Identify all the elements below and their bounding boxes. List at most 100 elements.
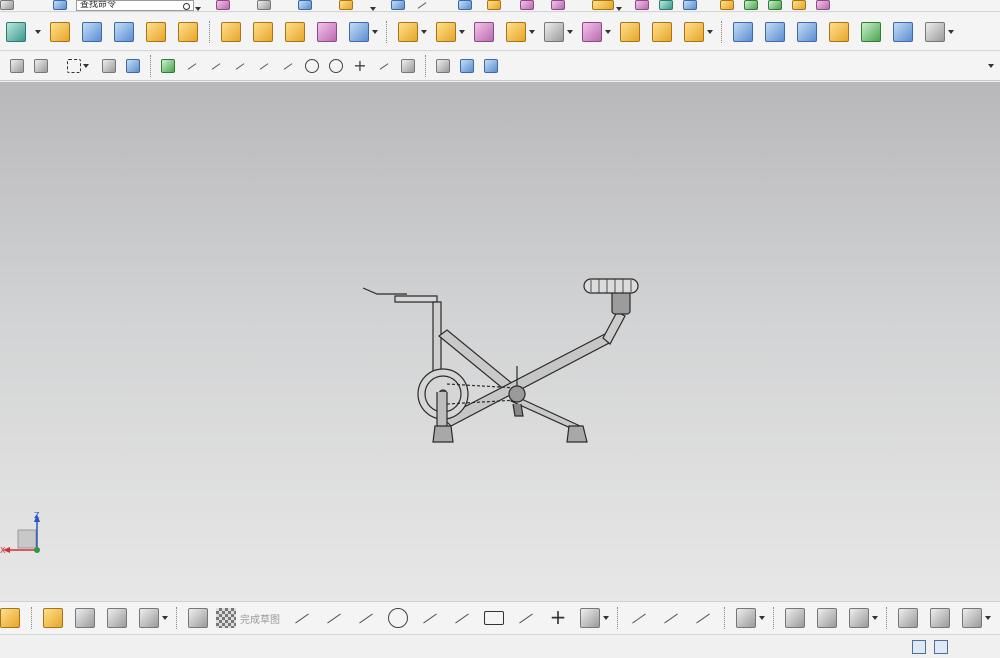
arc-icon[interactable]: [356, 608, 376, 628]
solid-cube-icon[interactable]: [298, 0, 312, 10]
display-sheet-icon[interactable]: [460, 59, 474, 73]
snap-end-icon[interactable]: [34, 59, 48, 73]
chevron-down-icon[interactable]: [421, 29, 427, 34]
chevron-down-icon[interactable]: [707, 29, 713, 34]
point-icon[interactable]: +: [548, 607, 568, 628]
pocket-icon[interactable]: [317, 21, 337, 42]
quick-extend-icon[interactable]: [661, 608, 681, 628]
hole-icon[interactable]: [114, 21, 134, 42]
wireframe-cube-icon[interactable]: [349, 21, 369, 42]
toolbar-overflow-chevron[interactable]: [988, 64, 994, 68]
point-constructor-icon[interactable]: [551, 0, 565, 10]
chevron-down-icon[interactable]: [948, 29, 954, 34]
label-icon[interactable]: [925, 21, 945, 42]
intersection-point-icon[interactable]: [817, 608, 837, 628]
quick-trim-icon[interactable]: [629, 608, 649, 628]
chevron-down-icon[interactable]: [370, 7, 376, 11]
graphics-viewport[interactable]: Z X: [0, 82, 1000, 601]
subtract-icon[interactable]: [436, 21, 456, 42]
corner-icon[interactable]: [257, 59, 271, 73]
inference-icon[interactable]: [161, 59, 175, 73]
feature-nav-icon[interactable]: [0, 608, 20, 628]
section-icon[interactable]: [829, 21, 849, 42]
offset-face-icon[interactable]: [582, 21, 602, 42]
offset-curve-icon[interactable]: [736, 608, 756, 628]
intersection-icon[interactable]: +: [353, 58, 367, 74]
check-geometry-icon[interactable]: [861, 21, 881, 42]
wrench-icon[interactable]: [487, 0, 501, 10]
snap-point-icon[interactable]: [10, 59, 24, 73]
show-constraints-icon[interactable]: [962, 608, 982, 628]
chevron-down-icon[interactable]: [759, 616, 765, 620]
chevron-down-icon[interactable]: [83, 64, 89, 68]
diamond-view-icon[interactable]: [458, 0, 472, 10]
ruler-icon[interactable]: [592, 0, 614, 10]
tree-icon[interactable]: [107, 608, 127, 628]
polygon-icon[interactable]: [580, 608, 600, 628]
chamfer-icon[interactable]: [684, 21, 704, 42]
sheet-icon[interactable]: [391, 0, 405, 10]
chevron-down-icon[interactable]: [529, 29, 535, 34]
chevron-down-icon[interactable]: [872, 616, 878, 620]
geometric-constraints-icon[interactable]: [898, 608, 918, 628]
studio-spline-icon[interactable]: [516, 608, 536, 628]
magnifier-icon[interactable]: [183, 3, 190, 10]
chevron-down-icon[interactable]: [985, 616, 991, 620]
extrude-icon[interactable]: [50, 21, 70, 42]
filter-cube-icon[interactable]: [102, 59, 116, 73]
chevron-down-icon[interactable]: [567, 29, 573, 34]
abc-text-icon[interactable]: [816, 0, 830, 10]
chevron-down-icon[interactable]: [372, 29, 378, 34]
sweep-icon[interactable]: [797, 21, 817, 42]
pattern-icon[interactable]: [506, 21, 526, 42]
sketch-settings-icon[interactable]: [188, 608, 208, 628]
surface-icon[interactable]: [733, 21, 753, 42]
box-icon[interactable]: [221, 21, 241, 42]
quadrant-icon[interactable]: [329, 59, 343, 73]
blend-icon[interactable]: [652, 21, 672, 42]
mirror-curve-icon[interactable]: [785, 608, 805, 628]
check-icon[interactable]: [744, 0, 758, 10]
layer-icon[interactable]: [339, 0, 353, 10]
check-green-icon[interactable]: [768, 0, 782, 10]
slash-icon[interactable]: [377, 59, 391, 73]
eraser-icon[interactable]: [401, 59, 415, 73]
chevron-down-icon[interactable]: [162, 616, 168, 620]
filter-body-icon[interactable]: [126, 59, 140, 73]
fillet-icon[interactable]: [420, 608, 440, 628]
chevron-down-icon[interactable]: [603, 616, 609, 620]
line-icon[interactable]: [185, 59, 199, 73]
line-icon[interactable]: [324, 608, 344, 628]
check-edit-icon[interactable]: [792, 0, 806, 10]
chamfer-icon[interactable]: [452, 608, 472, 628]
constraint-icon[interactable]: [43, 608, 63, 628]
tangent-line-icon[interactable]: [209, 59, 223, 73]
note-icon[interactable]: [720, 0, 734, 10]
thicken-icon[interactable]: [285, 21, 305, 42]
mesh-surface-icon[interactable]: [765, 21, 785, 42]
bridge-icon[interactable]: [893, 21, 913, 42]
intersect-icon[interactable]: [474, 21, 494, 42]
chevron-down-icon[interactable]: [605, 29, 611, 34]
datum-csys-icon[interactable]: [484, 59, 498, 73]
full-screen-icon[interactable]: [934, 640, 948, 654]
pattern-curve-icon[interactable]: [849, 608, 869, 628]
image-capture-icon[interactable]: [216, 0, 230, 10]
mirror-icon[interactable]: [544, 21, 564, 42]
finish-sketch-button[interactable]: 完成草图: [216, 608, 280, 628]
profile-icon[interactable]: [292, 608, 312, 628]
make-corner-icon[interactable]: [693, 608, 713, 628]
selection-box-icon[interactable]: [67, 59, 81, 73]
chevron-down-icon[interactable]: [616, 7, 622, 11]
center-circle-icon[interactable]: [305, 59, 319, 73]
curve-arrow-icon[interactable]: [415, 0, 429, 10]
rectangle-icon[interactable]: [484, 611, 504, 625]
sketch-icon[interactable]: [6, 21, 26, 42]
fold-icon[interactable]: [253, 21, 273, 42]
layer-visible-icon[interactable]: [436, 59, 450, 73]
dimension-icon[interactable]: [75, 608, 95, 628]
diamond-icon[interactable]: [53, 0, 67, 10]
measure-tool-icon[interactable]: [257, 0, 271, 10]
command-finder-input[interactable]: 查找命令: [76, 0, 194, 11]
circle-icon[interactable]: [388, 608, 408, 628]
